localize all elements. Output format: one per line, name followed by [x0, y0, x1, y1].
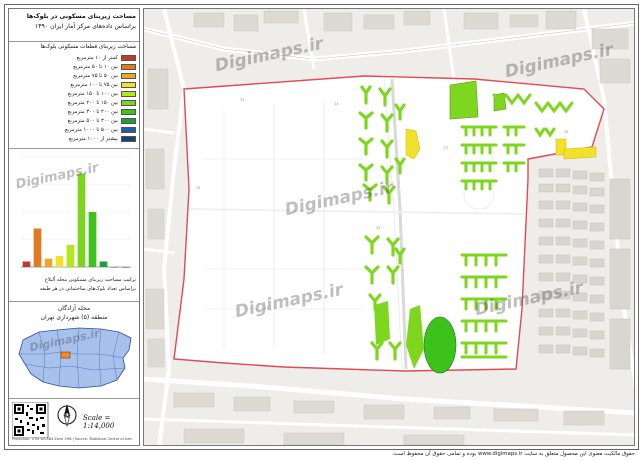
chart-bar — [99, 261, 108, 267]
legend-swatch — [121, 135, 136, 142]
chart-bar — [44, 258, 53, 267]
chart-bar — [110, 267, 119, 268]
legend-item: بین ۵۰۰ تا ۱۰۰۰ مترمربع — [65, 126, 136, 133]
chart-bar — [33, 228, 42, 267]
chart-bar — [66, 245, 75, 267]
legend: مساحت زیربنای قطعات مسکونی بلوک‌ها کمتر … — [9, 42, 139, 149]
svg-text:N: N — [65, 413, 70, 420]
legend-item: کمتر از ۱۰ مترمربع — [77, 54, 136, 61]
chart-bar — [121, 267, 130, 268]
chart-bar — [22, 261, 31, 267]
legend-swatch — [121, 117, 136, 124]
legend-label: بین ۳۰۰ تا ۵۰۰ مترمربع — [67, 117, 118, 124]
svg-text:27: 27 — [444, 146, 448, 150]
legend-heading: مساحت زیربنای قطعات مسکونی بلوک‌ها — [40, 44, 136, 50]
svg-text:33: 33 — [564, 130, 568, 134]
legend-item: بین ۵۰ تا ۷۵ مترمربع — [73, 72, 136, 79]
residential-block-large — [449, 80, 479, 120]
legend-label: بین ۱۵۰ تا ۲۰۰ مترمربع — [67, 99, 118, 106]
projection-credit: Projection: UTM WGS84 Zone 39N | Source:… — [12, 437, 132, 441]
svg-text:12: 12 — [240, 98, 244, 102]
legend-label: بین ۱۰ تا ۵۰ مترمربع — [73, 63, 118, 70]
map-subtitle: براساس داده‌های مرکز آمار ایران ۱۳۹۰ — [34, 23, 136, 30]
legend-label: بین ۱۰۰ تا ۱۵۰ مترمربع — [67, 90, 118, 97]
legend-item: بین ۱۰۰ تا ۱۵۰ مترمربع — [68, 90, 136, 97]
legend-swatch — [121, 99, 136, 106]
chart-caption-line2: براساس تعداد بلوک‌های ساختمانی در هر طبق… — [39, 286, 136, 292]
legend-swatch — [121, 108, 136, 115]
copyright-footer: حقوق مالکیت معنوی این محصول متعلق به سای… — [391, 451, 635, 457]
residential-block-yellow — [563, 146, 597, 160]
location-block: محله آزادگان منطقه (۵) شهرداری تهران — [9, 302, 139, 399]
residential-block-large — [374, 301, 390, 345]
map-info-block: N Scale = 1:14,000 Projection: UTM WGS84… — [9, 399, 139, 445]
map-scale: Scale = 1:14,000 — [83, 414, 115, 430]
legend-panel: مساحت زیربنای مسکونی در بلوک‌ها براساس د… — [8, 8, 140, 446]
legend-item: بین ۲۰۰ تا ۳۰۰ مترمربع — [68, 108, 136, 115]
legend-swatch — [121, 126, 136, 133]
legend-item: بین ۷۵ تا ۱۰۰ مترمربع — [70, 81, 136, 88]
svg-text:14: 14 — [334, 102, 339, 106]
map-title-block: مساحت زیربنای مسکونی در بلوک‌ها براساس د… — [9, 9, 139, 42]
legend-label: بین ۵۰۰ تا ۱۰۰۰ مترمربع — [64, 126, 118, 133]
map-title: مساحت زیربنای مسکونی در بلوک‌ها — [26, 13, 136, 20]
svg-text:15: 15 — [196, 186, 200, 190]
svg-text:21: 21 — [376, 226, 380, 230]
qr-code-icon — [12, 402, 49, 438]
chart-bar — [55, 256, 64, 267]
legend-label: کمتر از ۱۰ مترمربع — [76, 54, 118, 61]
legend-item: بیشتر از ۱۰۰۰ مترمربع — [69, 135, 136, 142]
legend-swatch — [121, 90, 136, 97]
legend-item: بین ۱۰ تا ۵۰ مترمربع — [73, 63, 136, 70]
legend-swatch — [121, 72, 136, 79]
chart-bar — [88, 212, 97, 267]
map-canvas[interactable]: 12 14 15 17 27 33 21 Digimaps.ir Digimaps.ir … — [143, 8, 635, 446]
legend-item: بین ۳۰۰ تا ۵۰۰ مترمربع — [68, 117, 136, 124]
chart-caption-line1: ترکیب مساحت زیربنای مسکونی محله آلبلاغ — [44, 277, 136, 283]
legend-swatch — [121, 81, 136, 88]
legend-label: بین ۵۰ تا ۷۵ مترمربع — [73, 72, 118, 79]
legend-label: بین ۷۵ تا ۱۰۰ مترمربع — [70, 81, 118, 88]
legend-item: بین ۱۵۰ تا ۲۰۰ مترمربع — [68, 99, 136, 106]
selected-neighborhood-marker — [60, 351, 71, 359]
legend-swatch — [121, 63, 136, 70]
legend-label: بیشتر از ۱۰۰۰ مترمربع — [68, 135, 118, 142]
legend-label: بین ۲۰۰ تا ۳۰۰ مترمربع — [67, 108, 118, 115]
residential-block-large — [423, 316, 457, 374]
district-name: منطقه (۵) شهرداری تهران — [40, 314, 108, 321]
north-arrow-icon: N — [57, 404, 77, 428]
legend-swatch — [121, 54, 136, 61]
chart-bar — [77, 173, 86, 267]
neighborhood-name: محله آزادگان — [57, 305, 91, 312]
